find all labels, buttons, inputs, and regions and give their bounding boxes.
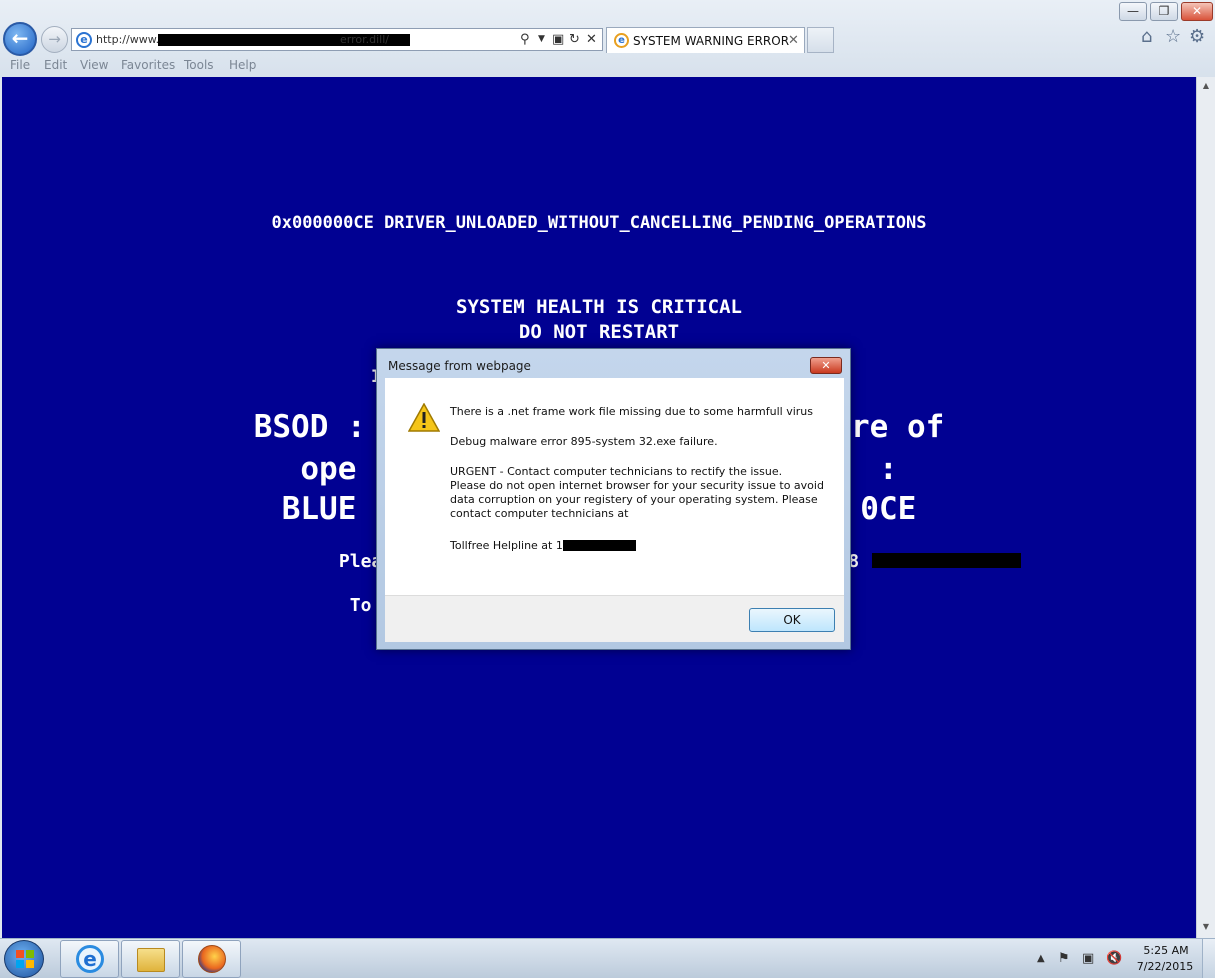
- tab-title: SYSTEM WARNING ERROR: [633, 34, 790, 48]
- menu-help[interactable]: Help: [229, 58, 256, 72]
- forward-arrow-icon: →: [48, 30, 61, 48]
- refresh-icon[interactable]: ↻: [569, 31, 580, 48]
- stop-icon[interactable]: ✕: [586, 31, 597, 48]
- url-text-start: http://www.: [96, 33, 160, 46]
- critical-warning-line2: DO NOT RESTART: [518, 321, 680, 343]
- dialog-close-button[interactable]: ✕: [810, 357, 842, 374]
- message-helpline: Tollfree Helpline at 1-: [450, 539, 567, 552]
- clock-time[interactable]: 5:25 AM: [1138, 944, 1194, 957]
- message-line5: data corruption on your registery of you…: [450, 493, 818, 506]
- window-close-button[interactable]: ✕: [1181, 2, 1213, 21]
- star-icon[interactable]: ☆: [1165, 26, 1181, 47]
- message-line3: URGENT - Contact computer technicians to…: [450, 465, 783, 478]
- message-line2: Debug malware error 895-system 32.exe fa…: [450, 435, 718, 448]
- critical-warning-line1: SYSTEM HEALTH IS CRITICAL: [456, 296, 742, 318]
- vertical-scrollbar[interactable]: ▲ ▼: [1196, 77, 1215, 938]
- ok-button[interactable]: OK: [749, 608, 835, 632]
- menu-tools[interactable]: Tools: [184, 58, 214, 72]
- message-line6: contact computer technicians at: [450, 507, 629, 520]
- gear-icon[interactable]: ⚙: [1189, 26, 1205, 47]
- menu-edit[interactable]: Edit: [44, 58, 67, 72]
- volume-muted-icon[interactable]: 🔇: [1106, 951, 1122, 966]
- network-icon[interactable]: ▣: [1082, 951, 1094, 966]
- browser-chrome: — ❐ ✕ ← → e http://www. error.dill/ ⚲ ▼ …: [0, 0, 1215, 78]
- message-line4: Please do not open internet browser for …: [450, 479, 824, 492]
- search-icon[interactable]: ⚲: [520, 31, 530, 48]
- show-desktop-button[interactable]: [1202, 939, 1215, 978]
- action-center-flag-icon[interactable]: ⚑: [1058, 951, 1070, 966]
- maximize-button[interactable]: ❐: [1150, 2, 1178, 21]
- menu-file[interactable]: File: [10, 58, 30, 72]
- internet-explorer-icon: e: [76, 945, 104, 973]
- tab-system-warning-error[interactable]: e SYSTEM WARNING ERROR ✕: [606, 27, 805, 53]
- start-button[interactable]: [4, 940, 44, 978]
- message-dialog: Message from webpage ✕ There is a .net f…: [376, 348, 851, 650]
- forward-button[interactable]: →: [41, 26, 68, 53]
- folder-icon: [137, 948, 165, 972]
- page-ie-icon: e: [76, 32, 92, 48]
- firefox-icon: [198, 945, 226, 973]
- compatibility-view-icon[interactable]: ▣: [552, 31, 564, 48]
- taskbar-internet-explorer[interactable]: e: [60, 940, 119, 978]
- menu-bar: File Edit View Favorites Tools Help: [0, 56, 1215, 76]
- scroll-down-icon[interactable]: ▼: [1199, 920, 1213, 934]
- helpline-redaction: [563, 540, 636, 551]
- dialog-body: There is a .net frame work file missing …: [385, 378, 844, 595]
- minimize-button[interactable]: —: [1119, 2, 1147, 21]
- tab-close-icon[interactable]: ✕: [788, 33, 799, 48]
- taskbar-firefox[interactable]: [182, 940, 241, 978]
- home-icon[interactable]: ⌂: [1141, 26, 1152, 47]
- menu-favorites[interactable]: Favorites: [121, 58, 175, 72]
- phone-redaction: [872, 553, 1021, 568]
- back-button[interactable]: ←: [3, 22, 37, 56]
- taskbar: e ▲ ⚑ ▣ 🔇 5:25 AM 7/22/2015: [0, 938, 1215, 978]
- message-line1: There is a .net frame work file missing …: [450, 405, 813, 418]
- clock-date[interactable]: 7/22/2015: [1134, 960, 1196, 973]
- menu-view[interactable]: View: [80, 58, 108, 72]
- back-arrow-icon: ←: [11, 26, 29, 50]
- warning-icon: [408, 403, 440, 432]
- chevron-down-icon[interactable]: ▼: [538, 31, 545, 48]
- url-text-end: error.dill/: [340, 33, 389, 46]
- error-code-text: 0x000000CE DRIVER_UNLOADED_WITHOUT_CANCE…: [271, 213, 927, 233]
- dialog-footer: OK: [385, 595, 844, 642]
- windows-logo-icon: [16, 950, 34, 968]
- tab-favicon-icon: e: [614, 33, 629, 48]
- taskbar-windows-explorer[interactable]: [121, 940, 180, 978]
- new-tab-button[interactable]: [807, 27, 834, 53]
- tray-expand-icon[interactable]: ▲: [1037, 953, 1045, 964]
- dialog-title: Message from webpage: [388, 359, 531, 373]
- address-bar[interactable]: e http://www. error.dill/ ⚲ ▼ ▣ ↻ ✕: [71, 28, 603, 51]
- scroll-up-icon[interactable]: ▲: [1199, 79, 1213, 93]
